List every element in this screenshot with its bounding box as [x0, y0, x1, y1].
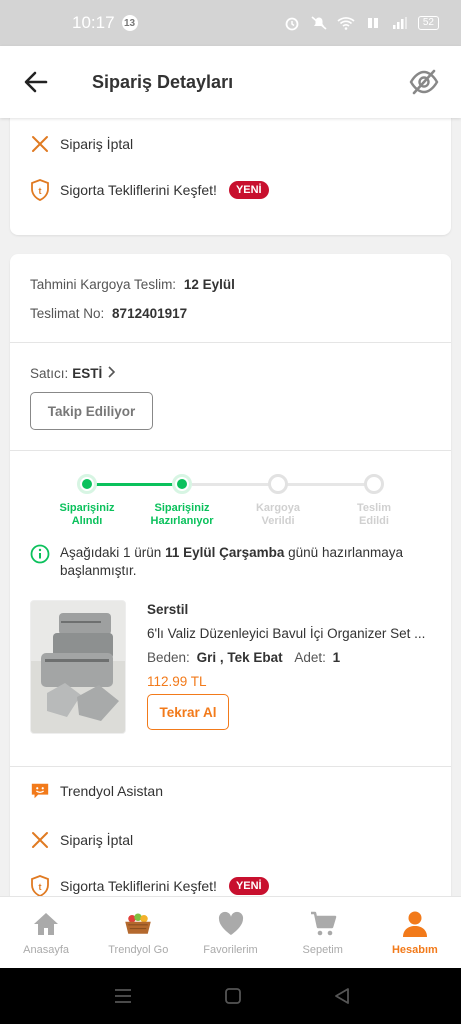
cancel-order-row[interactable]: Sipariş İptal: [30, 830, 133, 850]
nav-label-cart: Sepetim: [302, 944, 343, 956]
estimated-shipping-label: Tahmini Kargoya Teslim:: [30, 277, 177, 292]
preparation-info: Aşağıdaki 1 ürün 11 Eylül Çarşamba günü …: [30, 544, 430, 580]
volte-icon: [364, 16, 382, 30]
shield-icon: t: [30, 179, 50, 201]
seller-name: ESTİ: [72, 366, 103, 381]
order-actions-card: Sipariş İptal t Sigorta Tekliflerini Keş…: [10, 118, 451, 235]
assistant-row[interactable]: Trendyol Asistan: [30, 781, 163, 801]
insurance-offers-label: Sigorta Tekliflerini Keşfet!: [60, 878, 217, 894]
estimated-shipping: Tahmini Kargoya Teslim: 12 Eylül: [30, 277, 235, 292]
cart-icon: [308, 909, 338, 939]
product-attributes: Beden: Gri , Tek Ebat Adet: 1: [147, 650, 340, 665]
insurance-offers-row[interactable]: t Sigorta Tekliflerini Keşfet! YENİ: [30, 179, 269, 201]
nav-item-cart[interactable]: Sepetim: [277, 897, 369, 968]
eye-off-icon[interactable]: [409, 68, 439, 96]
preparation-info-text: Aşağıdaki 1 ürün 11 Eylül Çarşamba günü …: [60, 545, 403, 578]
wifi-icon: [337, 16, 355, 30]
cancel-order-label: Sipariş İptal: [60, 832, 134, 848]
user-icon: [400, 909, 430, 939]
nav-label-trendyol-go: Trendyol Go: [108, 944, 169, 956]
delivery-number-label: Teslimat No:: [30, 306, 105, 321]
insurance-offers-row[interactable]: t Sigorta Tekliflerini Keşfet! YENİ: [30, 875, 269, 896]
delivery-number-value: 8712401917: [112, 306, 188, 321]
step-label-received: Siparişiniz Alındı: [59, 502, 115, 527]
step-label-delivered: Teslim Edildi: [356, 502, 392, 527]
page-title: Sipariş Detayları: [92, 72, 234, 92]
alarm-icon: [283, 16, 301, 31]
nav-item-account[interactable]: Hesabım: [369, 897, 461, 968]
back-arrow-icon[interactable]: [22, 68, 50, 96]
insurance-offers-label: Sigorta Tekliflerini Keşfet!: [60, 182, 217, 198]
status-time: 10:17: [72, 13, 115, 32]
status-bar: 10:17 13 52: [0, 0, 461, 46]
nav-label-home: Anasayfa: [23, 944, 70, 956]
seller-link[interactable]: Satıcı: ESTİ: [30, 366, 116, 381]
svg-text:t: t: [39, 186, 42, 196]
nav-item-home[interactable]: Anasayfa: [0, 897, 92, 968]
close-icon: [30, 134, 50, 154]
mute-icon: [310, 16, 328, 30]
seller-label: Satıcı:: [30, 366, 69, 381]
reorder-button[interactable]: Tekrar Al: [147, 694, 229, 730]
quantity-value: 1: [332, 650, 341, 665]
chat-assistant-icon: [30, 781, 50, 801]
divider: [10, 450, 451, 451]
new-badge: YENİ: [228, 181, 269, 199]
close-icon: [30, 830, 50, 850]
delivery-number: Teslimat No: 8712401917: [30, 306, 187, 321]
step-label-shipped: Kargoya Verildi: [255, 502, 301, 527]
nav-label-account: Hesabım: [391, 944, 438, 956]
heart-icon: [216, 909, 246, 939]
home-icon: [31, 909, 61, 939]
info-icon: [30, 544, 50, 564]
nav-label-favorites: Favorilerim: [203, 944, 258, 956]
divider: [10, 766, 451, 767]
bottom-navigation: Anasayfa Trendyol Go Favorilerim Sepetim…: [0, 896, 461, 968]
app-header: Sipariş Detayları: [0, 46, 461, 118]
step-dot-preparing: [172, 474, 192, 494]
quantity-label: Adet:: [294, 650, 326, 665]
step-dot-delivered: [364, 474, 384, 494]
system-navigation-bar: [0, 968, 461, 1024]
step-dot-received: [77, 474, 97, 494]
battery-indicator: 52: [417, 16, 439, 30]
nav-item-trendyol-go[interactable]: Trendyol Go: [92, 897, 184, 968]
divider: [10, 342, 451, 343]
product-price: 112.99 TL: [147, 674, 207, 689]
notification-count-badge: 13: [121, 15, 138, 31]
step-dot-shipped: [268, 474, 288, 494]
shield-icon: t: [30, 875, 50, 896]
system-icons: 52: [283, 16, 439, 31]
size-value: Gri , Tek Ebat: [196, 650, 283, 665]
menu-icon[interactable]: [114, 988, 132, 1009]
size-label: Beden:: [147, 650, 190, 665]
cancel-order-label: Sipariş İptal: [60, 136, 134, 152]
chevron-right-icon: [106, 366, 116, 381]
back-triangle-icon[interactable]: [334, 987, 350, 1010]
stepper-line-done: [96, 483, 182, 486]
new-badge: YENİ: [228, 877, 269, 895]
assistant-label: Trendyol Asistan: [60, 783, 163, 799]
estimated-shipping-value: 12 Eylül: [183, 277, 235, 292]
step-label-preparing: Siparişiniz Hazırlanıyor: [150, 502, 214, 527]
home-button-icon[interactable]: [224, 987, 242, 1010]
order-detail-scroll[interactable]: Sipariş İptal t Sigorta Tekliflerini Keş…: [0, 118, 461, 896]
product-name[interactable]: 6'lı Valiz Düzenleyici Bavul İçi Organiz…: [147, 626, 432, 641]
product-brand: Serstil: [147, 602, 189, 617]
follow-seller-button[interactable]: Takip Ediliyor: [30, 392, 153, 430]
product-image[interactable]: [30, 600, 126, 734]
cancel-order-row[interactable]: Sipariş İptal: [30, 134, 133, 154]
nav-item-favorites[interactable]: Favorilerim: [184, 897, 276, 968]
delivery-card: Tahmini Kargoya Teslim: 12 Eylül Teslima…: [10, 254, 451, 896]
grocery-basket-icon: [123, 909, 153, 939]
signal-icon: [391, 16, 409, 30]
svg-text:t: t: [39, 882, 42, 892]
